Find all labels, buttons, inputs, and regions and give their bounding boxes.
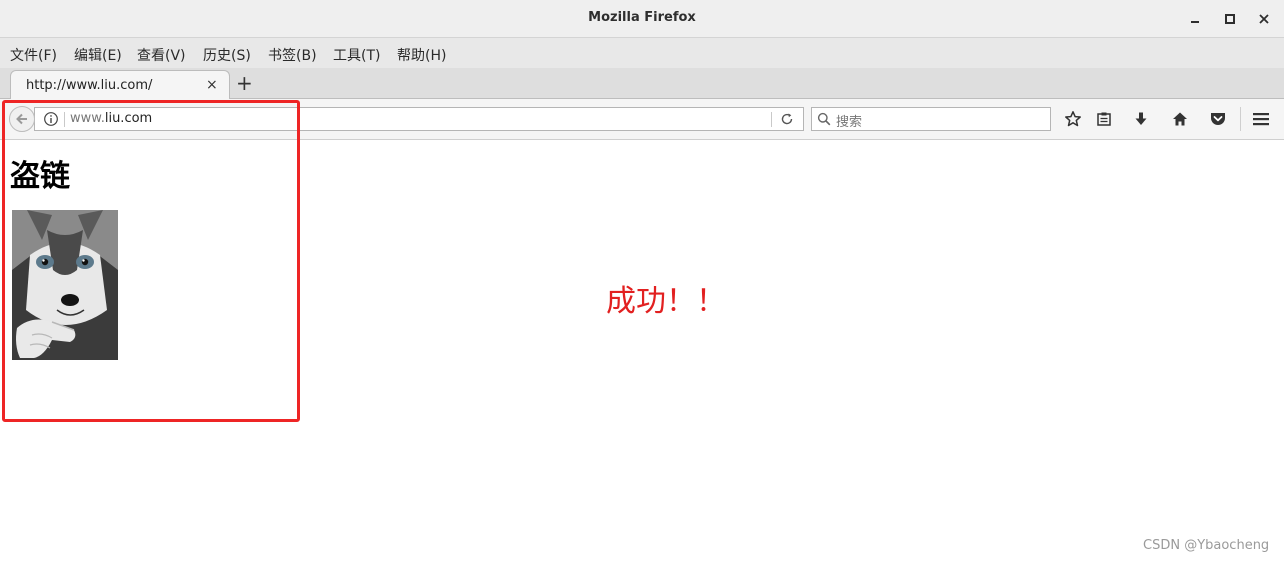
pocket-icon xyxy=(1211,113,1225,125)
home-icon xyxy=(1173,112,1187,126)
window-titlebar: Mozilla Firefox xyxy=(0,0,1284,38)
close-window-button[interactable] xyxy=(1253,8,1275,30)
maximize-button[interactable] xyxy=(1219,8,1241,30)
tab-active[interactable]: http://www.liu.com/ × xyxy=(10,70,230,100)
minimize-button[interactable] xyxy=(1184,8,1206,30)
home-button[interactable] xyxy=(1170,109,1190,129)
minimize-icon xyxy=(1191,21,1199,23)
menu-view[interactable]: 查看(V) xyxy=(137,45,186,65)
reload-icon[interactable] xyxy=(779,111,795,127)
menu-help[interactable]: 帮助(H) xyxy=(397,45,446,65)
download-arrow-icon xyxy=(1135,112,1147,125)
downloads-button[interactable] xyxy=(1131,109,1151,129)
menu-edit[interactable]: 编辑(E) xyxy=(74,45,122,65)
search-bar[interactable]: 搜索 xyxy=(811,107,1051,131)
window-title: Mozilla Firefox xyxy=(588,10,696,25)
success-message: 成功！！ xyxy=(606,284,726,319)
menu-file[interactable]: 文件(F) xyxy=(10,45,57,65)
open-menu-button[interactable] xyxy=(1251,109,1271,129)
bookmark-star-button[interactable] xyxy=(1063,109,1083,129)
menu-history[interactable]: 历史(S) xyxy=(203,45,251,65)
search-input[interactable]: 搜索 xyxy=(836,111,862,130)
toolbar-divider xyxy=(1240,107,1241,131)
menu-bookmarks[interactable]: 书签(B) xyxy=(268,45,317,65)
tab-close-icon[interactable]: × xyxy=(206,77,218,93)
bookmarks-menu-button[interactable] xyxy=(1094,109,1114,129)
menu-tools[interactable]: 工具(T) xyxy=(333,45,380,65)
tab-strip: http://www.liu.com/ × + xyxy=(0,68,1284,100)
star-icon xyxy=(1065,111,1081,127)
highlight-annotation-box xyxy=(2,100,300,422)
maximize-icon xyxy=(1225,14,1235,24)
new-tab-button[interactable]: + xyxy=(236,73,253,93)
pocket-button[interactable] xyxy=(1208,109,1228,129)
close-icon xyxy=(1259,14,1269,24)
hamburger-menu-icon xyxy=(1253,113,1269,126)
search-icon xyxy=(817,112,831,126)
url-separator-right xyxy=(771,112,772,127)
tab-title: http://www.liu.com/ xyxy=(26,78,153,93)
clipboard-icon xyxy=(1097,112,1111,126)
menubar: 文件(F) 编辑(E) 查看(V) 历史(S) 书签(B) 工具(T) 帮助(H… xyxy=(0,38,1284,68)
watermark-text: CSDN @Ybaocheng xyxy=(1143,538,1270,553)
